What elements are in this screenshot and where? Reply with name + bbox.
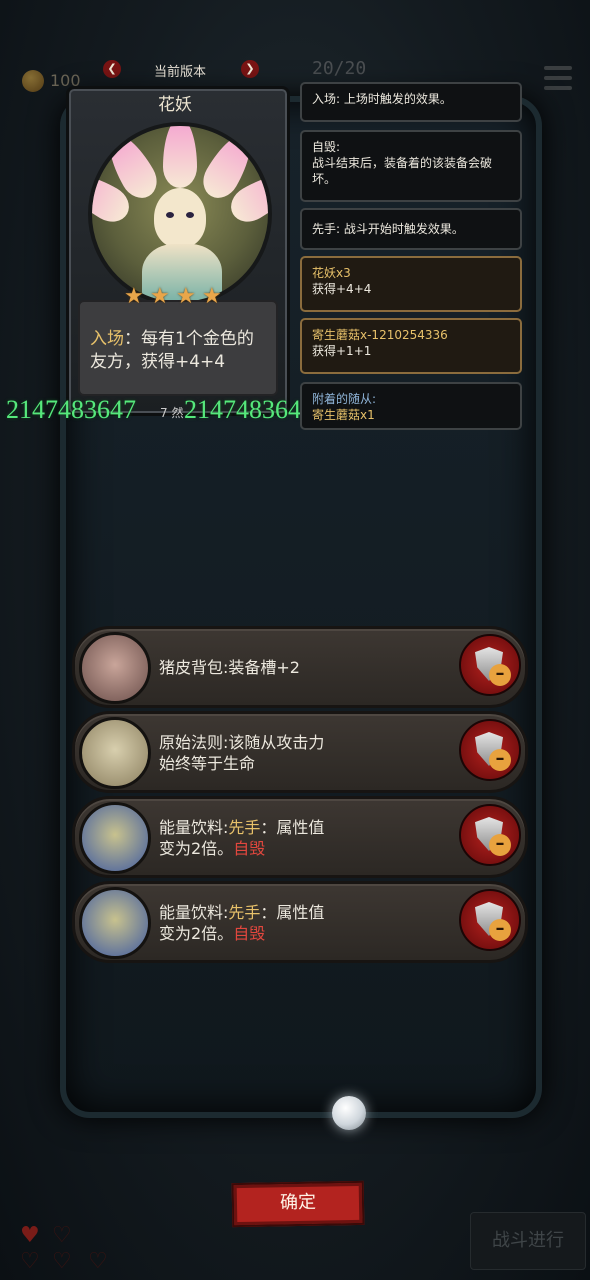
heart-icon: ♥: [20, 1223, 40, 1248]
tooltip-attached: 附着的随从: 寄生蘑菇x1: [300, 382, 522, 430]
primal-law-icon: [79, 717, 151, 789]
minus-icon: –: [489, 664, 511, 686]
remove-equipment-button[interactable]: –: [459, 719, 521, 781]
minus-icon: –: [489, 919, 511, 941]
star-rating: ★ ★ ★ ★: [124, 286, 234, 310]
heart-icon: ♡: [52, 1223, 72, 1248]
keyword-enter: 入场: [90, 329, 124, 349]
tribe-tag: 7 然: [160, 406, 184, 420]
equipment-text: 猪皮背包:装备槽+2: [159, 658, 300, 677]
tooltip-buff-flower: 花妖x3 获得+4+4: [300, 256, 522, 312]
equipment-row[interactable]: 能量饮料:先手：属性值 变为2倍。自毁 –: [72, 796, 528, 878]
remove-equipment-button[interactable]: –: [459, 634, 521, 696]
remove-equipment-button[interactable]: –: [459, 889, 521, 951]
equipment-row[interactable]: 原始法则:该随从攻击力 始终等于生命 –: [72, 711, 528, 793]
star-icon: ★: [124, 284, 144, 309]
heart-icon: ♡: [52, 1249, 72, 1274]
energy-drink-icon: [79, 802, 151, 874]
prev-version-button[interactable]: ❮: [103, 60, 121, 78]
minus-icon: –: [489, 749, 511, 771]
health-value: 2147483647: [184, 395, 304, 424]
hero-name: 花妖: [158, 95, 192, 115]
tooltip-enter: 入场: 上场时触发的效果。: [300, 82, 522, 122]
heart-icon: ♡: [20, 1249, 40, 1274]
pigskin-backpack-icon: [79, 632, 151, 704]
equipment-row[interactable]: 能量饮料:先手：属性值 变为2倍。自毁 –: [72, 881, 528, 963]
equipment-text: 能量饮料:先手：属性值 变为2倍。自毁: [159, 903, 325, 943]
attack-value: 2147483647: [6, 395, 136, 424]
remove-equipment-button[interactable]: –: [459, 804, 521, 866]
hero-description: 入场：每有1个金色的友方，获得+4+4: [90, 328, 266, 374]
slot-count: 20/20: [312, 58, 367, 79]
tooltip-buff-mushroom: 寄生蘑菇x-1210254336 获得+1+1: [300, 318, 522, 374]
glowing-orb: [332, 1096, 366, 1130]
star-icon: ★: [176, 284, 196, 309]
next-version-button[interactable]: ❯: [241, 60, 259, 78]
equipment-text: 能量饮料:先手：属性值 变为2倍。自毁: [159, 818, 325, 858]
confirm-button[interactable]: 确定: [231, 1180, 365, 1228]
heart-icon: ♡: [88, 1249, 108, 1274]
version-label: 当前版本: [153, 65, 206, 80]
tooltip-first-strike: 先手: 战斗开始时触发效果。: [300, 208, 522, 250]
minus-icon: –: [489, 834, 511, 856]
coin-icon: [22, 70, 44, 92]
star-icon: ★: [150, 284, 170, 309]
hero-portrait: [88, 122, 272, 306]
battle-button[interactable]: 战斗进行: [470, 1212, 586, 1270]
tooltip-self-destruct: 自毁: 战斗结束后，装备着的该装备会破坏。: [300, 130, 522, 202]
equipment-text: 原始法则:该随从攻击力 始终等于生命: [159, 733, 325, 773]
menu-icon[interactable]: [544, 66, 572, 90]
equipment-row[interactable]: 猪皮背包:装备槽+2 –: [72, 626, 528, 708]
energy-drink-icon: [79, 887, 151, 959]
star-icon: ★: [202, 284, 222, 309]
